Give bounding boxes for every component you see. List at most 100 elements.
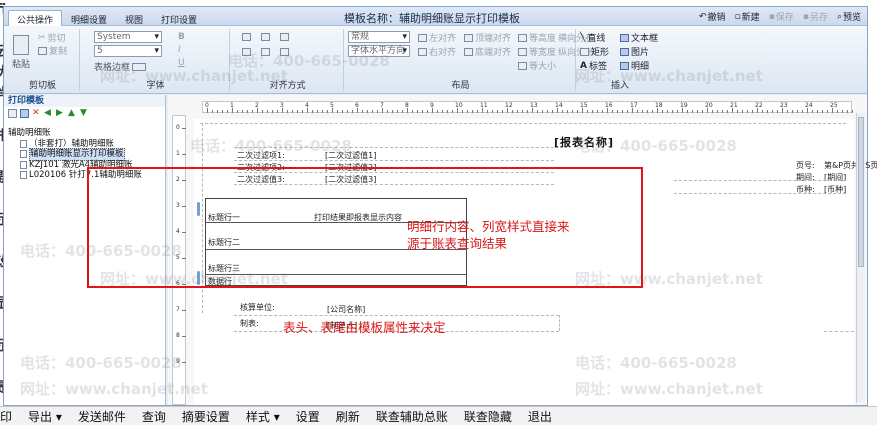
ruler-minor-tick xyxy=(837,110,838,113)
delete-icon[interactable]: ✕ xyxy=(32,109,41,118)
same-height-label[interactable]: 等高度 xyxy=(518,31,556,44)
ruler-minor-tick xyxy=(712,110,713,113)
textbox-icon xyxy=(620,33,629,42)
valign-top-icon[interactable] xyxy=(242,48,251,56)
align-left-icon[interactable] xyxy=(242,33,251,41)
ruler-minor-tick xyxy=(787,110,788,113)
ruler-minor-tick xyxy=(677,110,678,113)
toolbar-linked-ledger-button[interactable]: 联查辅助总账 xyxy=(368,408,456,425)
bold-button[interactable]: B xyxy=(178,32,185,42)
ruler-number: 14 xyxy=(555,102,563,109)
toolbar-exit-button[interactable]: 退出 xyxy=(520,408,560,425)
ruler-minor-tick xyxy=(222,110,223,113)
valign-middle-icon[interactable] xyxy=(261,48,270,56)
align-bottom-button[interactable]: 底端对齐 xyxy=(464,45,511,58)
preview-button[interactable]: ⌕ 预览 xyxy=(836,10,861,24)
move-right-icon[interactable]: ▶ xyxy=(56,109,65,118)
table-border-select[interactable]: 表格边框 xyxy=(94,60,147,73)
footer-guide-1 xyxy=(234,315,559,316)
move-down-icon[interactable]: ▼ xyxy=(80,109,89,118)
align-right-icon[interactable] xyxy=(280,33,289,41)
ruler-minor-tick xyxy=(447,110,448,113)
same-size-button[interactable]: 等大小 xyxy=(518,59,556,72)
cut-button[interactable]: ✂ 剪切 xyxy=(38,31,66,45)
ruler-minor-tick xyxy=(717,110,718,113)
tree-item-selected[interactable]: 辅助明细账显示打印模板 xyxy=(8,148,165,161)
insert-image-button[interactable]: 图片 xyxy=(620,45,649,58)
insert-rect-button[interactable]: 矩形 xyxy=(580,45,609,58)
undo-button[interactable]: ↶ 撤销 xyxy=(699,10,726,24)
toolbar-linked-hidden-button[interactable]: 联查隐藏 xyxy=(456,408,520,425)
ruler-number: 17 xyxy=(630,102,638,109)
align-center-icon[interactable] xyxy=(261,33,270,41)
toolbar-print-button[interactable]: 印 xyxy=(0,408,20,425)
ruler-minor-tick xyxy=(227,110,228,113)
tree-root[interactable]: 辅助明细账 xyxy=(8,128,165,139)
insert-line-button[interactable]: ╲ 直线 xyxy=(580,31,605,45)
move-up-icon[interactable]: ▲ xyxy=(68,109,77,118)
document-icon xyxy=(20,150,27,159)
toolbar-query-button[interactable]: 查询 xyxy=(134,408,174,425)
ruler-minor-tick xyxy=(577,110,578,113)
toolbar-summary-settings-button[interactable]: 摘要设置 xyxy=(174,408,238,425)
toolbar-refresh-button[interactable]: 刷新 xyxy=(328,408,368,425)
style-select[interactable]: 常规 xyxy=(348,31,410,43)
move-left-icon[interactable]: ◀ xyxy=(44,109,53,118)
footer-label-maker[interactable]: 制表: xyxy=(240,318,259,329)
toolbar-send-email-button[interactable]: 发送邮件 xyxy=(70,408,134,425)
image-icon xyxy=(620,47,629,56)
align-left-button[interactable]: 左对齐 xyxy=(418,31,456,44)
meta-label-period[interactable]: 期间: xyxy=(796,172,815,183)
meta-label-page[interactable]: 页号: xyxy=(796,160,815,171)
insert-textbox-button[interactable]: 文本框 xyxy=(620,31,658,44)
text-direction-select[interactable]: 字体水平方向 xyxy=(348,45,410,57)
save-template-icon[interactable] xyxy=(20,109,29,118)
underline-button[interactable]: U xyxy=(178,58,185,68)
report-title-field[interactable]: [报表名称] xyxy=(554,134,614,150)
ruler-minor-tick xyxy=(277,110,278,113)
save-button[interactable]: ▪ 保存 xyxy=(769,10,794,24)
new-template-icon[interactable] xyxy=(8,109,17,118)
align-row-2 xyxy=(242,48,289,56)
host-bottom-toolbar: 印 导出 ▾ 发送邮件 查询 摘要设置 样式 ▾ 设置 刷新 联查辅助总账 联查… xyxy=(0,406,877,425)
margin-line-top xyxy=(200,123,846,124)
copy-button[interactable]: 复制 xyxy=(38,44,67,57)
same-width-button[interactable]: 等宽度 xyxy=(518,45,556,58)
ruler-minor-tick xyxy=(537,110,538,113)
align-right-button[interactable]: 右对齐 xyxy=(418,45,456,58)
save-as-button[interactable]: ▪ 另存 xyxy=(803,10,828,24)
align-top-button[interactable]: 顶端对齐 xyxy=(464,31,511,44)
preview-icon: ⌕ xyxy=(836,11,842,22)
toolbar-style-button[interactable]: 样式 ▾ xyxy=(238,408,288,425)
font-size-select[interactable]: 5 xyxy=(94,45,162,57)
font-family-select[interactable]: System xyxy=(94,31,162,43)
vertical-scrollbar[interactable] xyxy=(856,113,865,403)
ruler-minor-tick xyxy=(417,110,418,113)
ruler-minor-tick xyxy=(212,110,213,113)
ruler-number: 7 xyxy=(176,306,180,313)
toolbar-settings-button[interactable]: 设置 xyxy=(288,408,328,425)
paste-button[interactable]: 粘贴 xyxy=(12,35,30,70)
ruler-minor-tick xyxy=(602,110,603,113)
ruler-minor-tick xyxy=(317,110,318,113)
ruler-minor-tick xyxy=(727,110,728,113)
ruler-minor-tick xyxy=(477,110,478,113)
footer-value-company[interactable]: [公司名称] xyxy=(327,304,365,315)
ruler-minor-tick xyxy=(547,110,548,113)
insert-label-button[interactable]: A 标签 xyxy=(580,59,607,73)
ruler-minor-tick xyxy=(347,110,348,113)
valign-bottom-icon[interactable] xyxy=(280,48,289,56)
ruler-minor-tick xyxy=(402,110,403,113)
ruler-minor-tick xyxy=(627,110,628,113)
meta-value-period[interactable]: [期间] xyxy=(824,172,846,183)
ruler-number: 0 xyxy=(176,124,180,131)
scrollbar-thumb[interactable] xyxy=(858,117,864,267)
italic-button[interactable]: I xyxy=(178,45,181,55)
ruler-minor-tick xyxy=(667,110,668,113)
toolbar-export-button[interactable]: 导出 ▾ xyxy=(20,408,70,425)
ruler-minor-tick xyxy=(647,110,648,113)
insert-detail-button[interactable]: 明细 xyxy=(620,59,649,72)
meta-value-page[interactable]: 第&P页共&S页 xyxy=(824,160,877,171)
new-button[interactable]: ▫ 新建 xyxy=(735,10,760,24)
footer-label-company[interactable]: 核算单位: xyxy=(240,302,275,313)
